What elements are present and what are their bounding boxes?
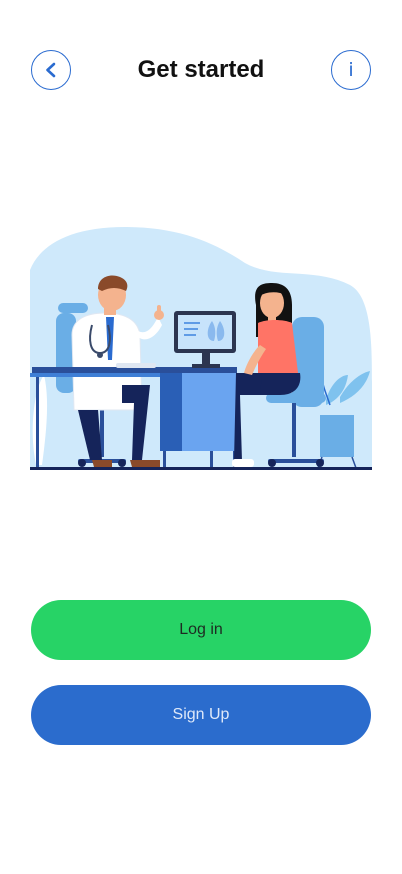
info-icon: i: [348, 58, 354, 81]
signup-button[interactable]: Sign Up: [31, 685, 371, 745]
login-button[interactable]: Log in: [31, 600, 371, 660]
header: Get started i: [0, 0, 402, 140]
doctor-patient-illustration: [30, 227, 372, 470]
info-button[interactable]: i: [331, 50, 371, 90]
